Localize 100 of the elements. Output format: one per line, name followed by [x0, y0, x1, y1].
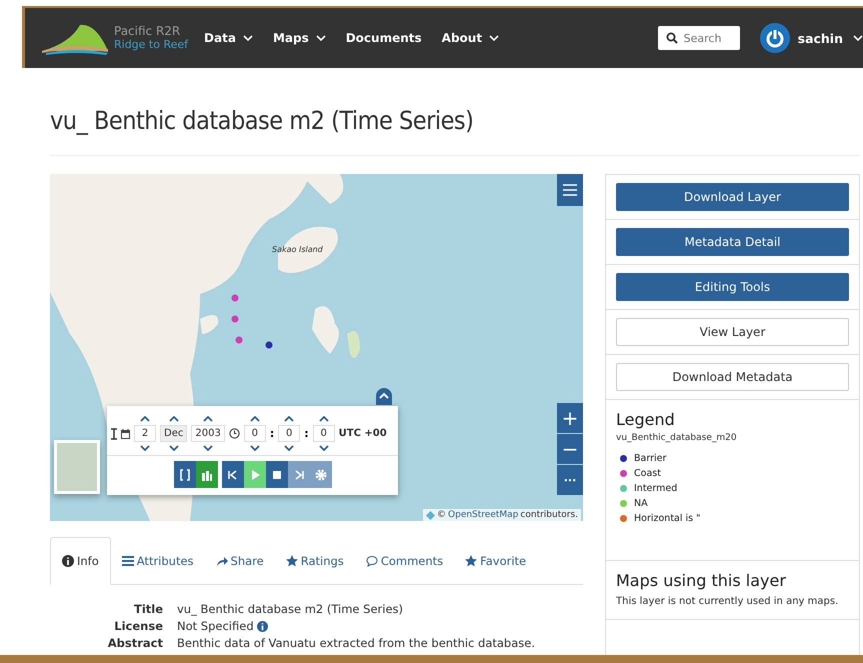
tab[interactable]: Ratings — [274, 537, 355, 584]
logo-title: Pacific R2R — [114, 24, 182, 38]
island-shape — [347, 331, 360, 358]
attribution-text: contributors. — [520, 510, 578, 520]
menu-icon — [563, 184, 577, 196]
chevron-up-icon[interactable] — [168, 416, 179, 422]
tab[interactable]: Info — [50, 537, 111, 585]
info-icon[interactable] — [256, 620, 268, 632]
action-button[interactable]: Metadata Detail — [616, 228, 849, 256]
openstreetmap-link[interactable]: OpenStreetMap — [448, 510, 518, 520]
info-icon — [62, 555, 74, 567]
layers-button[interactable] — [196, 461, 218, 488]
text-cursor-icon — [111, 428, 117, 440]
range-button[interactable] — [174, 461, 196, 488]
info-label: License — [113, 619, 163, 633]
time-field[interactable]: 0 — [312, 425, 335, 442]
skip-back-icon — [226, 468, 238, 480]
section-title: Maps using this layer — [616, 571, 787, 590]
map-marker[interactable] — [232, 316, 238, 322]
search-icon — [666, 32, 678, 44]
nav-menu-item[interactable]: About — [442, 31, 500, 45]
user-menu[interactable]: sachin — [798, 30, 843, 46]
tab[interactable]: Share — [204, 537, 275, 584]
map-logo-icon — [426, 510, 436, 520]
minimap-thumbnail[interactable] — [54, 440, 100, 494]
comment-icon — [366, 554, 378, 566]
chevron-down-icon[interactable] — [318, 445, 329, 451]
legend-label: Horizontal is " — [634, 513, 701, 524]
map-marker[interactable] — [232, 294, 238, 302]
time-separator: : — [304, 427, 309, 440]
logo-subtitle: Ridge to Reef — [114, 38, 188, 52]
chevron-down-icon[interactable] — [168, 445, 179, 451]
avatar-icon[interactable] — [760, 23, 790, 53]
timezone-label: UTC +00 — [338, 428, 387, 439]
legend-label: Coast — [634, 468, 661, 479]
legend-label: NA — [634, 498, 648, 509]
nav-menu-item[interactable]: Data — [204, 31, 253, 45]
chevron-down-icon — [242, 34, 253, 42]
star-icon — [465, 554, 478, 566]
legend-title: Legend — [616, 410, 676, 429]
legend-layer-name: vu_Benthic_database_m20 — [616, 433, 738, 443]
map-marker[interactable] — [266, 342, 272, 348]
chevron-down-icon[interactable] — [250, 445, 260, 451]
chevron-up-icon[interactable] — [140, 416, 150, 422]
play-button[interactable] — [244, 461, 266, 488]
bar-chart-icon — [200, 468, 212, 480]
chevron-down-icon — [316, 34, 326, 42]
action-button[interactable]: Download Metadata — [616, 363, 849, 391]
chevron-down-icon — [853, 34, 863, 42]
chevron-up-icon[interactable] — [284, 416, 294, 422]
chevron-up-icon[interactable] — [250, 416, 260, 422]
gear-icon — [314, 468, 326, 480]
list-icon — [122, 554, 134, 566]
map-place-label: Sakao Island — [272, 245, 323, 254]
info-label: Title — [132, 602, 163, 616]
action-button[interactable]: Download Layer — [616, 183, 849, 211]
map-marker[interactable] — [236, 336, 242, 344]
tab[interactable]: Favorite — [454, 537, 538, 584]
chevron-up-icon[interactable] — [318, 416, 329, 422]
nav-menu-item[interactable]: Documents — [346, 31, 422, 45]
island-shape — [200, 315, 218, 334]
clock-icon — [228, 428, 240, 439]
tab[interactable]: Comments — [354, 537, 454, 584]
time-field[interactable]: Dec — [160, 425, 188, 442]
zoom-in-button[interactable]: + — [557, 403, 583, 433]
info-value: vu_ Benthic database m2 (Time Series) — [177, 602, 404, 616]
calendar-icon — [121, 428, 130, 438]
tab[interactable]: Attributes — [110, 537, 205, 584]
action-button[interactable]: View Layer — [616, 318, 849, 346]
time-field[interactable]: 2003 — [191, 425, 225, 442]
nav-menu-item[interactable]: Maps — [272, 31, 326, 45]
collapse-toggle-icon[interactable] — [376, 388, 392, 405]
menu-button[interactable] — [557, 174, 583, 206]
time-separator: : — [270, 427, 274, 440]
search-field[interactable]: Search — [658, 26, 740, 50]
legend-label: Barrier — [634, 453, 666, 464]
more-button[interactable]: ··· — [557, 465, 583, 495]
first-button[interactable] — [222, 461, 244, 488]
star-icon — [286, 554, 298, 566]
map-view[interactable]: Sakao Island + − ··· 2 Dec 2003 0 : 0 : 0 UTC +00 © OpenStreetMap contributors. — [50, 174, 583, 521]
info-label: Abstract — [106, 636, 163, 650]
chevron-down-icon[interactable] — [140, 445, 150, 451]
island-shape — [312, 306, 339, 354]
stop-icon — [270, 468, 282, 480]
stop-button[interactable] — [266, 461, 288, 488]
skip-forward-icon — [292, 468, 304, 480]
info-value: Not Specified — [177, 619, 254, 633]
chevron-down-icon[interactable] — [284, 445, 294, 451]
section-text: This layer is not currently used in any maps. — [616, 596, 840, 607]
chevron-down-icon[interactable] — [203, 445, 214, 451]
time-field[interactable]: 0 — [244, 425, 266, 442]
info-value: Benthic data of Vanuatu extracted from the benthic database. — [177, 636, 535, 650]
time-field[interactable]: 0 — [278, 425, 300, 442]
time-field[interactable]: 2 — [134, 425, 156, 442]
attribution-copyright: © — [437, 510, 446, 520]
page-title: vu_ Benthic database m2 (Time Series) — [50, 106, 474, 135]
zoom-out-button[interactable]: − — [557, 434, 583, 464]
action-button[interactable]: Editing Tools — [616, 273, 849, 301]
chevron-up-icon[interactable] — [203, 416, 214, 422]
chevron-down-icon — [489, 34, 500, 42]
